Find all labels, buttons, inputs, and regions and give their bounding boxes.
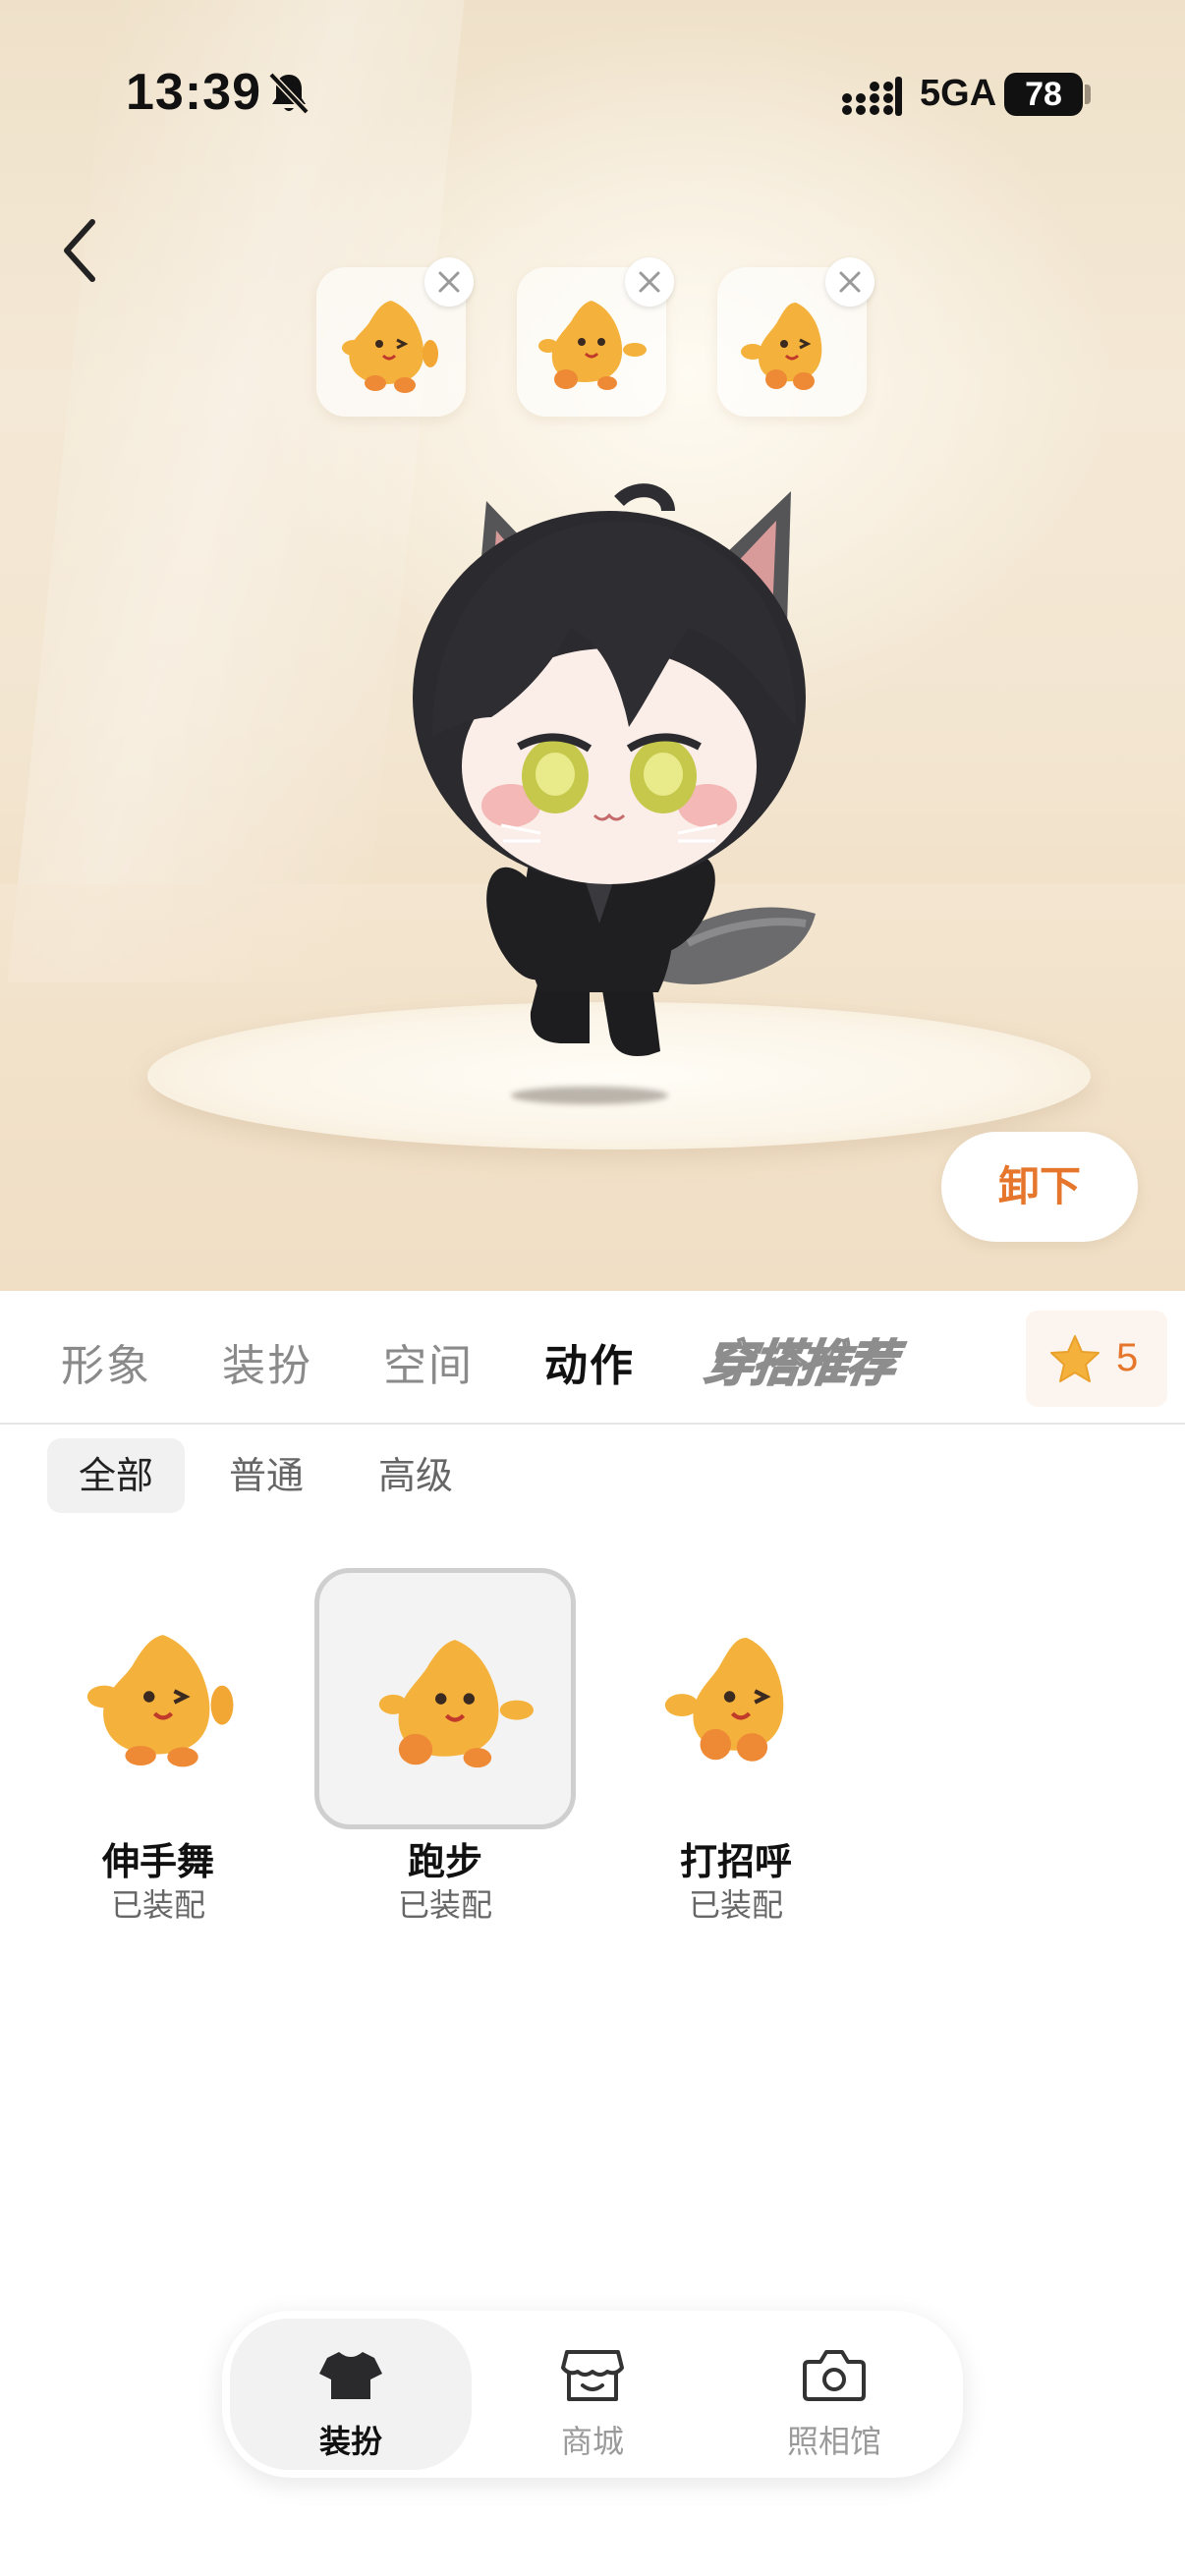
nav-label: 商城 — [560, 2423, 624, 2460]
star-currency-badge[interactable]: 5 — [1026, 1311, 1167, 1407]
run-star-icon — [538, 301, 647, 390]
equipped-action-slot[interactable] — [517, 257, 674, 417]
star-count: 5 — [1116, 1336, 1139, 1379]
filter-premium[interactable]: 高级 — [352, 1438, 480, 1513]
greet-star-icon — [664, 1638, 784, 1762]
unequip-button[interactable]: 卸下 — [941, 1132, 1138, 1242]
action-name: 跑步 — [407, 1840, 482, 1883]
camera-icon — [803, 2350, 866, 2401]
status-bar: 13:39 5GA 78 — [0, 0, 1185, 187]
battery-level: 78 — [1004, 73, 1083, 116]
nav-photo-studio[interactable]: 照相馆 — [713, 2319, 955, 2470]
close-icon — [639, 271, 660, 293]
bottom-navigation: 装扮 商城 照相馆 — [222, 2311, 963, 2478]
tab-space[interactable]: 空间 — [383, 1330, 474, 1393]
action-status: 已装配 — [397, 1886, 492, 1924]
tab-actions[interactable]: 动作 — [544, 1330, 635, 1393]
equipped-action-slot[interactable] — [316, 257, 474, 417]
action-status: 已装配 — [688, 1886, 783, 1924]
action-card-wave-dance[interactable]: 伸手舞 已装配 — [28, 1568, 289, 1932]
signal-icon — [842, 77, 902, 116]
back-button[interactable] — [53, 214, 108, 287]
shirt-icon — [319, 2352, 382, 2399]
remove-equipped-button[interactable] — [424, 257, 474, 307]
run-star-icon — [378, 1640, 534, 1768]
action-status: 已装配 — [110, 1886, 205, 1924]
equipped-action-slot[interactable] — [717, 257, 875, 417]
action-thumbnail — [28, 1568, 289, 1829]
star-icon — [1050, 1335, 1100, 1382]
category-tab-bar: 形象 装扮 空间 动作 穿搭推荐 5 — [0, 1291, 1185, 1425]
remove-equipped-button[interactable] — [625, 257, 674, 307]
action-name: 打招呼 — [679, 1840, 792, 1883]
filter-normal[interactable]: 普通 — [202, 1438, 330, 1513]
avatar-character — [413, 483, 816, 1056]
remove-equipped-button[interactable] — [825, 257, 875, 307]
avatar-stage: 13:39 5GA 78 卸下 — [0, 0, 1185, 1291]
battery-tip — [1085, 84, 1091, 104]
nav-dress-up[interactable]: 装扮 — [230, 2319, 472, 2470]
action-thumbnail — [605, 1568, 867, 1829]
network-label: 5GA — [920, 73, 997, 114]
nav-shop[interactable]: 商城 — [472, 2319, 713, 2470]
nav-label: 照相馆 — [786, 2423, 881, 2460]
wave-dance-star-icon — [342, 301, 438, 393]
action-card-run[interactable]: 跑步 已装配 — [314, 1568, 576, 1932]
bell-muted-icon — [268, 72, 310, 115]
nav-label: 装扮 — [318, 2423, 382, 2460]
status-time: 13:39 — [126, 64, 261, 121]
shop-icon — [561, 2350, 624, 2401]
greet-star-icon — [741, 303, 822, 390]
close-icon — [839, 271, 861, 293]
tab-appearance[interactable]: 形象 — [61, 1330, 151, 1393]
action-name: 伸手舞 — [101, 1840, 214, 1883]
close-icon — [438, 271, 460, 293]
tab-outfit-recommend[interactable]: 穿搭推荐 — [700, 1324, 899, 1395]
filter-all[interactable]: 全部 — [47, 1438, 185, 1513]
action-card-greet[interactable]: 打招呼 已装配 — [605, 1568, 867, 1932]
wave-dance-star-icon — [86, 1635, 234, 1767]
tab-dress-up[interactable]: 装扮 — [222, 1330, 312, 1393]
action-thumbnail — [314, 1568, 576, 1829]
